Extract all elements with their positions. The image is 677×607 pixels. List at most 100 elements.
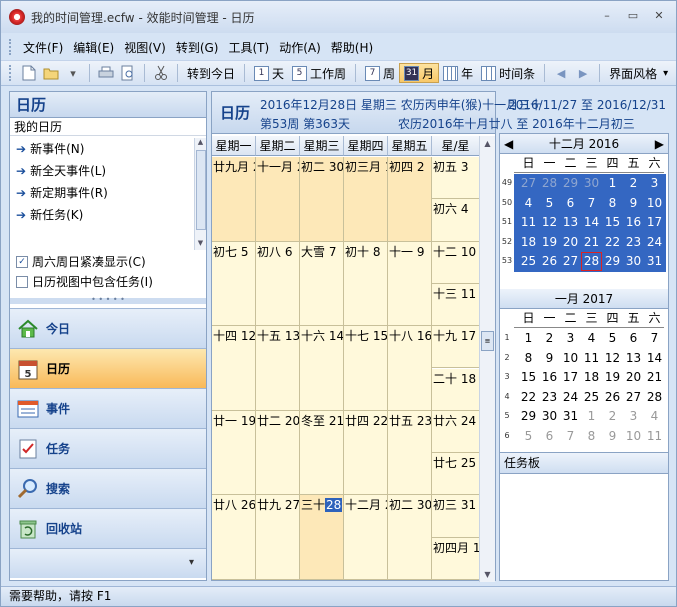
saturday-cell[interactable]: 廿六 24 [432,410,480,454]
week-view-button[interactable]: 7周 [361,63,399,83]
mini-day[interactable]: 10 [560,349,581,368]
mini-day[interactable]: 9 [539,349,560,368]
mini-day[interactable]: 13 [623,349,644,368]
mini-day[interactable]: 15 [518,368,539,387]
mini-day[interactable]: 24 [560,388,581,407]
saturday-cell[interactable]: 十九 17 [432,326,480,369]
day-cell[interactable]: 大雪 7 [300,241,344,327]
theme-dropdown-button[interactable]: 界面风格 ▾ [605,63,672,83]
calendar-scrollbar[interactable]: ▲ ≡ ▼ [479,136,495,582]
day-cell[interactable]: 初二 30 [300,157,344,242]
mini-day[interactable]: 17 [644,213,665,232]
mini-day[interactable]: 19 [539,233,560,252]
sunday-cell[interactable]: 廿七 25 [432,453,480,496]
day-cell[interactable]: 廿一 19 [212,410,256,496]
day-cell[interactable]: 廿九 27 [256,495,300,580]
mini-day[interactable]: 3 [560,329,581,348]
mini-day[interactable]: 28 [539,174,560,193]
mini-day[interactable]: 16 [539,368,560,387]
mini-day[interactable]: 5 [602,329,623,348]
mini-day[interactable]: 6 [623,329,644,348]
mini-day[interactable]: 31 [644,252,665,271]
day-cell[interactable]: 廿四 22 [344,410,388,496]
mini-day[interactable]: 3 [623,407,644,426]
workweek-view-button[interactable]: 5 工作周 [288,63,350,83]
mini-day[interactable]: 9 [602,427,623,446]
mini-day[interactable]: 8 [602,194,623,213]
left-pane-scrollbar[interactable]: ▲ ▼ [194,138,206,250]
compact-weekend-option[interactable]: ✓ 周六周日紧凑显示(C) [10,252,196,272]
month-view-button[interactable]: 31 月 [399,63,440,83]
mini-day[interactable]: 30 [539,407,560,426]
mini-day[interactable]: 5 [518,427,539,446]
mini-day[interactable]: 4 [581,329,602,348]
next-month-icon[interactable]: ▶ [655,134,664,154]
mini-day[interactable]: 27 [560,252,581,271]
day-cell[interactable]: 十一 9 [388,241,432,327]
open-folder-icon[interactable] [43,65,59,81]
day-cell[interactable]: 廿二 20 [256,410,300,496]
mini-day[interactable]: 16 [623,213,644,232]
toolbar-grip-icon[interactable] [9,65,12,81]
mini-day[interactable]: 21 [644,368,665,387]
day-cell[interactable]: 初三月 1 [344,157,388,242]
open-dropdown-icon[interactable]: ▾ [65,65,81,81]
scroll-thumb[interactable]: ≡ [481,331,494,351]
mini-day[interactable]: 3 [644,174,665,193]
mini-day[interactable]: 19 [602,368,623,387]
mini-day[interactable]: 28 [581,252,602,271]
mini-day[interactable]: 7 [560,427,581,446]
mini-day[interactable]: 7 [644,329,665,348]
nav-tasks[interactable]: 任务 [10,428,206,468]
scroll-thumb[interactable] [196,150,206,230]
menu-edit[interactable]: 编辑(E) [68,39,119,56]
nav-events[interactable]: 事件 [10,388,206,428]
mini-day[interactable]: 25 [581,388,602,407]
mini-day[interactable]: 22 [518,388,539,407]
sunday-cell[interactable]: 二十 18 [432,368,480,411]
mini-day[interactable]: 25 [518,252,539,271]
mini-day[interactable]: 29 [518,407,539,426]
sunday-cell[interactable]: 初四月 1 [432,537,480,580]
mini-day[interactable]: 27 [623,388,644,407]
nav-configure-button[interactable]: ▾ [10,548,206,578]
day-cell[interactable]: 初四 2 [388,157,432,242]
menu-file[interactable]: 文件(F) [18,39,68,56]
mini-day[interactable]: 1 [602,174,623,193]
day-cell[interactable]: 十五 13 [256,326,300,411]
mini-day[interactable]: 12 [602,349,623,368]
cut-icon[interactable] [153,65,169,81]
mini-day[interactable]: 1 [581,407,602,426]
year-view-button[interactable]: 年 [439,63,477,83]
mini-day[interactable]: 8 [581,427,602,446]
mini-day[interactable]: 8 [518,349,539,368]
menu-goto[interactable]: 转到(G) [171,39,224,56]
nav-calendar[interactable]: 5 日历 [10,348,206,388]
mini-day[interactable]: 13 [560,213,581,232]
mini-day[interactable]: 27 [518,174,539,193]
mini-day[interactable]: 1 [518,329,539,348]
mini-day[interactable]: 12 [539,213,560,232]
timeline-view-button[interactable]: 时间条 [477,63,539,83]
mini-day[interactable]: 2 [623,174,644,193]
day-cell[interactable]: 初七 5 [212,241,256,327]
maximize-button[interactable]: ▭ [622,7,644,25]
nav-recycle-bin[interactable]: 回收站 [10,508,206,548]
mini-day[interactable]: 20 [623,368,644,387]
next-arrow-icon[interactable]: ▶ [575,65,591,81]
close-button[interactable]: ✕ [648,7,670,25]
nav-today[interactable]: 今日 [10,308,206,348]
mini-day[interactable]: 14 [644,349,665,368]
day-cell[interactable]: 初十 8 [344,241,388,327]
day-cell[interactable]: 十八 16 [388,326,432,411]
day-view-button[interactable]: 1天 [250,63,288,83]
scroll-up-icon[interactable]: ▲ [480,136,495,151]
mini-day[interactable]: 23 [539,388,560,407]
mini-day[interactable]: 24 [644,233,665,252]
mini-day[interactable]: 11 [644,427,665,446]
mini-day[interactable]: 10 [644,194,665,213]
mini-day[interactable]: 9 [623,194,644,213]
minimize-button[interactable]: – [596,7,618,25]
new-recurring-event-action[interactable]: ➔ 新定期事件(R) [10,182,196,204]
mini-day[interactable]: 30 [623,252,644,271]
